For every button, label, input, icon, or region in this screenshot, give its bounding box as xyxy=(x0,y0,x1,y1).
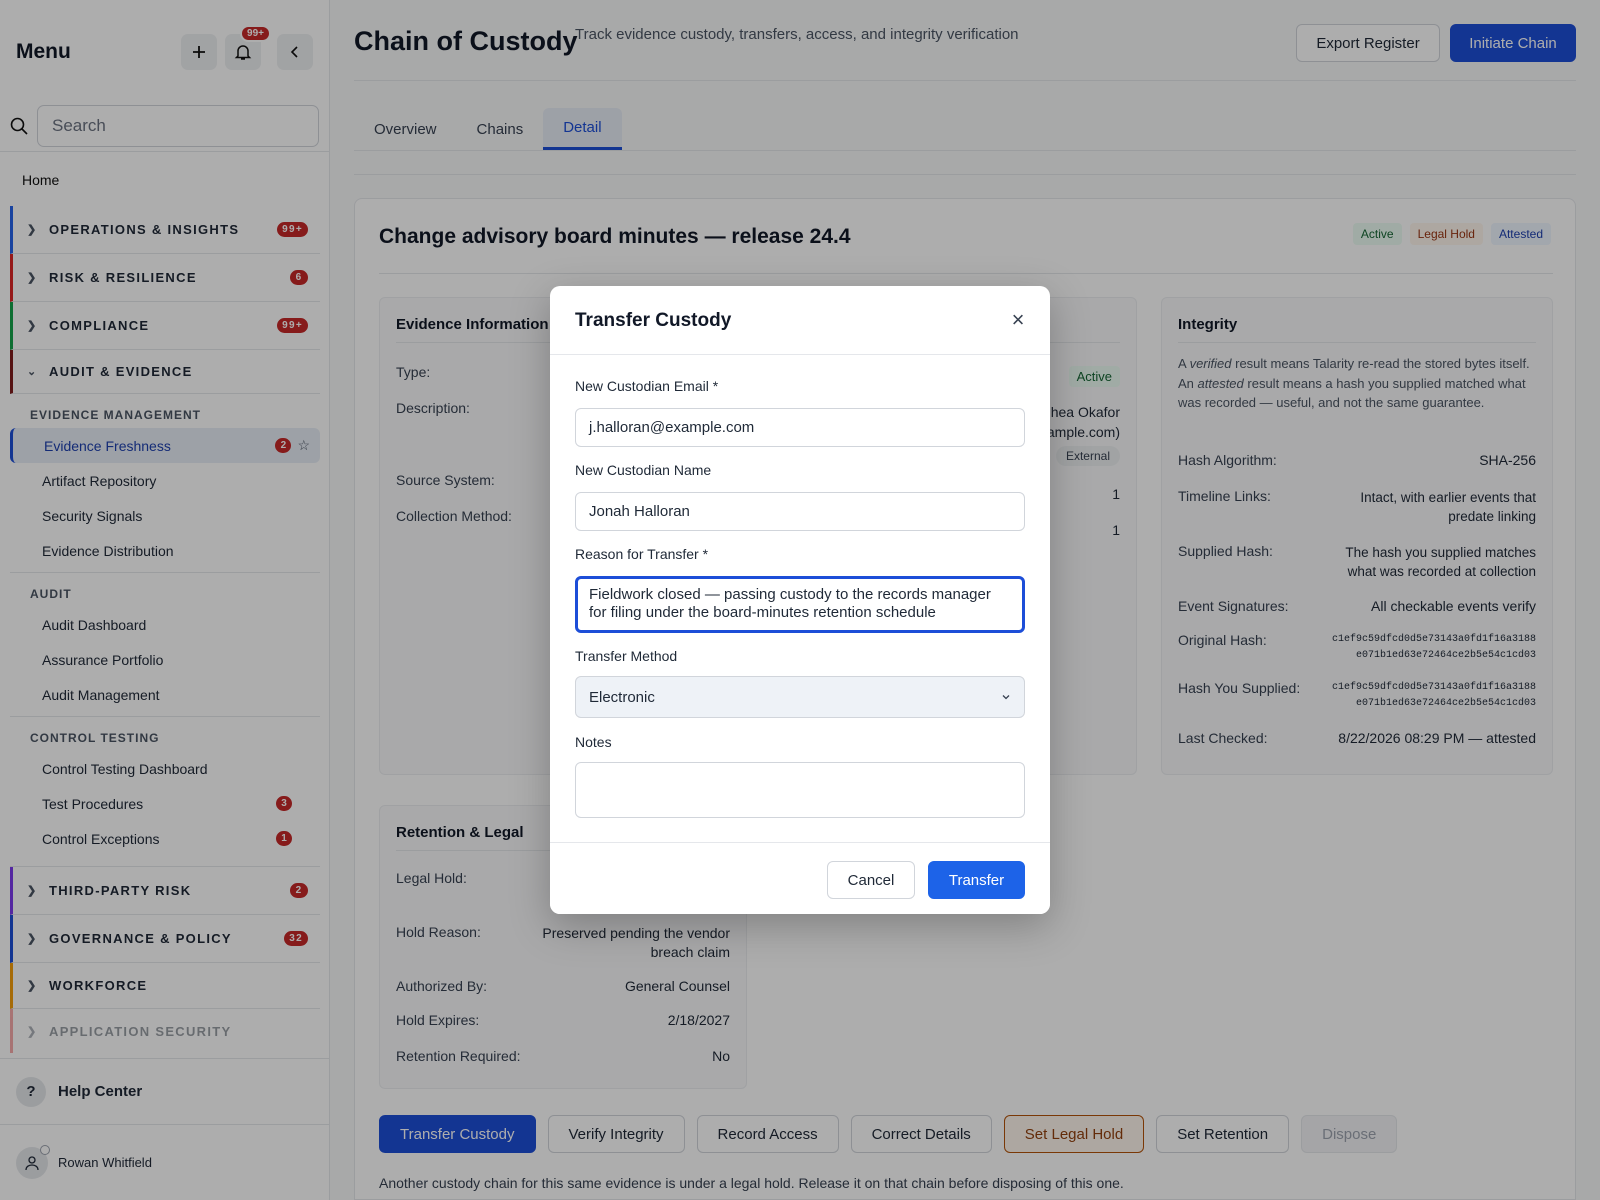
method-label: Transfer Method xyxy=(575,648,678,664)
transfer-custody-dialog: Transfer Custody × New Custodian Email *… xyxy=(550,286,1050,914)
custodian-email-field[interactable]: j.halloran@example.com xyxy=(575,408,1025,447)
notes-textarea[interactable] xyxy=(575,762,1025,818)
email-label: New Custodian Email * xyxy=(575,378,719,394)
reason-label: Reason for Transfer * xyxy=(575,546,709,562)
selected-option: Electronic xyxy=(589,688,655,706)
divider xyxy=(550,354,1050,355)
name-label: New Custodian Name xyxy=(575,462,712,478)
reason-textarea[interactable]: Fieldwork closed — passing custody to th… xyxy=(575,576,1025,633)
custodian-name-field[interactable]: Jonah Halloran xyxy=(575,492,1025,531)
close-icon[interactable]: × xyxy=(1006,307,1030,332)
cancel-button[interactable]: Cancel xyxy=(827,861,915,899)
transfer-method-select[interactable]: Electronic xyxy=(575,676,1025,718)
dialog-title: Transfer Custody xyxy=(575,310,732,331)
transfer-button[interactable]: Transfer xyxy=(928,861,1025,899)
chevron-down-icon xyxy=(1002,695,1010,700)
dialog-footer: Cancel Transfer xyxy=(550,842,1050,914)
notes-label: Notes xyxy=(575,734,612,750)
